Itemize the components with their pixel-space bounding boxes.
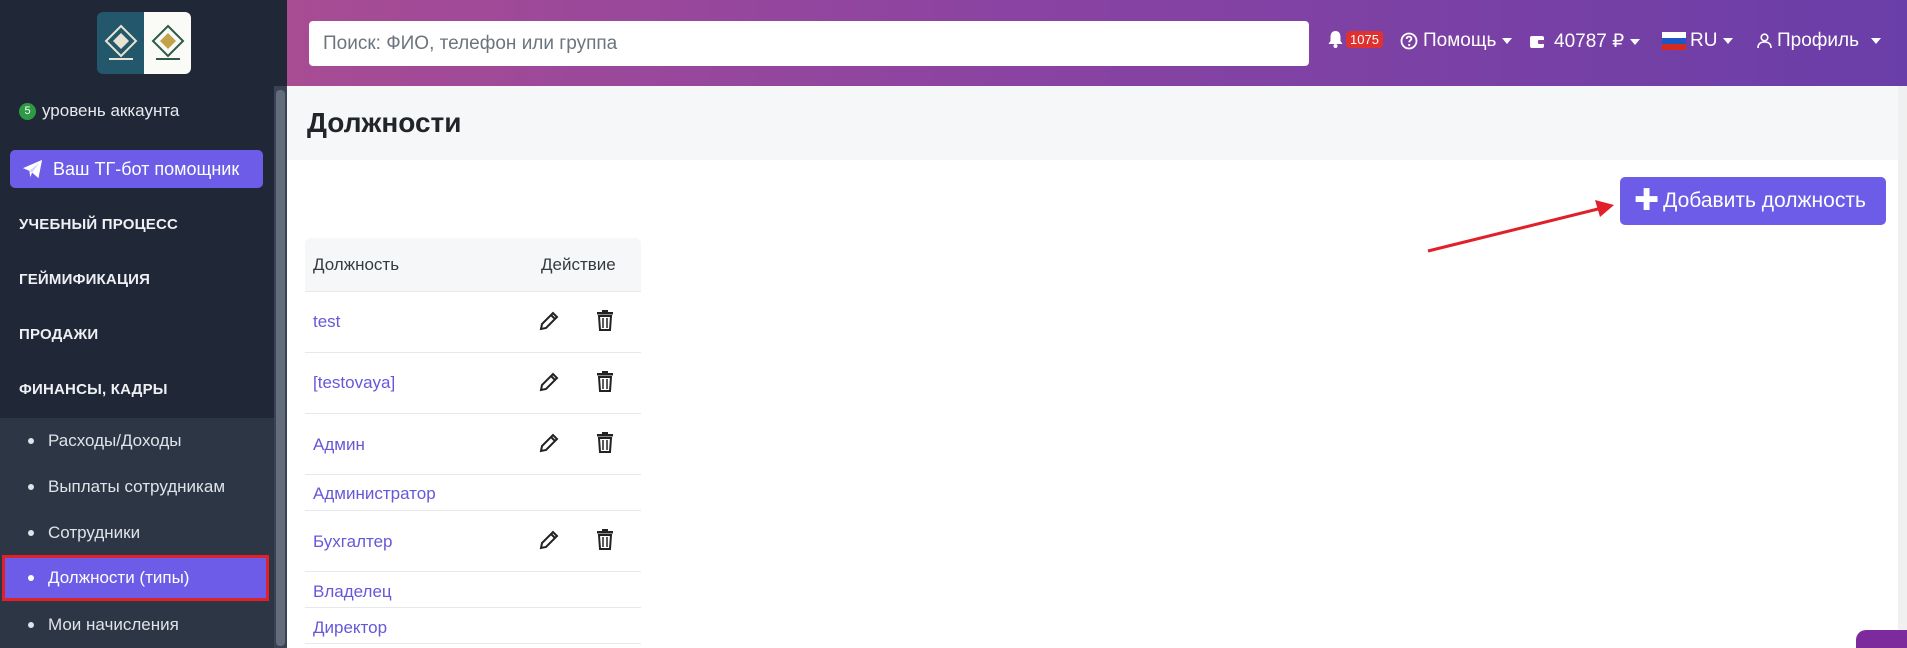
profile-label: Профиль (1777, 30, 1860, 51)
logo-emblem-dark (97, 12, 144, 74)
position-link[interactable]: Бухгалтер (313, 532, 393, 552)
table-header: Должность Действие (305, 238, 641, 292)
sidebar-scrollbar-thumb[interactable] (276, 90, 285, 646)
chevron-down-icon (1723, 38, 1734, 44)
sidebar-item-my-accruals[interactable]: Мои начисления (0, 602, 274, 648)
sidebar-section-finance[interactable]: ФИНАНСЫ, КАДРЫ (19, 381, 168, 398)
sidebar-scrollbar[interactable] (274, 86, 287, 648)
chevron-down-icon (1630, 38, 1641, 45)
annotation-arrow (1427, 200, 1614, 253)
position-link[interactable]: Директор (313, 618, 387, 638)
help-label: Помощь (1423, 30, 1497, 51)
chat-widget-button[interactable] (1856, 630, 1907, 648)
column-header-position: Должность (313, 255, 400, 274)
sidebar-section-learning[interactable]: УЧЕБНЫЙ ПРОЦЕСС (19, 216, 178, 233)
top-navbar: 1075 Помощь 40787 ₽ RU Профиль (287, 0, 1907, 86)
profile-dropdown[interactable]: Профиль (1757, 30, 1882, 52)
bullet-icon (28, 530, 34, 536)
trash-icon[interactable] (595, 528, 615, 550)
sidebar-item-label: Должности (типы) (48, 568, 190, 587)
sidebar-item-label: Расходы/Доходы (48, 431, 182, 450)
position-link[interactable]: Админ (313, 435, 365, 455)
sidebar-section-gamification[interactable]: ГЕЙМИФИКАЦИЯ (19, 271, 150, 288)
sidebar-item-staff-payouts[interactable]: Выплаты сотрудникам (0, 464, 274, 510)
sidebar: 5 уровень аккаунта Ваш ТГ-бот помощник У… (0, 0, 287, 648)
language-dropdown[interactable]: RU (1662, 30, 1734, 52)
table-row: Владелец (305, 572, 641, 608)
table-row: Директор (305, 608, 641, 644)
pencil-icon[interactable] (538, 432, 560, 454)
telegram-icon (23, 159, 43, 179)
chevron-down-icon (1502, 38, 1513, 44)
help-dropdown[interactable]: Помощь (1400, 30, 1513, 52)
pencil-icon[interactable] (538, 371, 560, 393)
add-position-label: Добавить должность (1663, 189, 1866, 212)
bullet-icon (28, 438, 34, 444)
account-level-text: уровень аккаунта (42, 101, 180, 120)
chevron-down-icon (1871, 38, 1882, 44)
column-header-action: Действие (541, 255, 616, 274)
page-title: Должности (307, 107, 462, 138)
logo-emblem-light (144, 12, 191, 74)
trash-icon[interactable] (595, 431, 615, 453)
bullet-icon (28, 575, 34, 581)
sidebar-item-label: Выплаты сотрудникам (48, 477, 226, 496)
table-row: [testovaya] (305, 353, 641, 414)
finance-submenu: Расходы/Доходы Выплаты сотрудникам Сотру… (0, 418, 274, 648)
position-link[interactable]: [testovaya] (313, 373, 395, 393)
tg-bot-button[interactable]: Ваш ТГ-бот помощник (10, 150, 263, 188)
bell-icon (1328, 31, 1343, 48)
position-link[interactable]: Владелец (313, 582, 392, 602)
positions-table: Должность Действие test [testovaya] Адми… (305, 238, 641, 648)
user-icon (1757, 33, 1772, 49)
sidebar-item-label: Сотрудники (48, 523, 141, 542)
table-row: test (305, 292, 641, 353)
bullet-icon (28, 622, 34, 628)
table-row: Админ (305, 414, 641, 475)
sidebar-item-expenses-income[interactable]: Расходы/Доходы (0, 418, 274, 464)
company-logo[interactable] (97, 12, 191, 74)
language-label: RU (1690, 30, 1718, 51)
trash-icon[interactable] (595, 370, 615, 392)
tg-bot-label: Ваш ТГ-бот помощник (53, 158, 240, 179)
position-link[interactable]: Администратор (313, 484, 436, 504)
pencil-icon[interactable] (538, 529, 560, 551)
pencil-icon[interactable] (538, 310, 560, 332)
sidebar-item-positions[interactable]: Должности (типы) (2, 555, 269, 601)
trash-icon[interactable] (595, 309, 615, 331)
table-row: Администратор (305, 475, 641, 511)
balance-amount: 40787 ₽ (1554, 31, 1625, 52)
page-header: Должности (287, 86, 1907, 160)
notifications-button[interactable]: 1075 (1327, 30, 1383, 48)
add-position-button[interactable]: ✚ Добавить должность (1620, 177, 1886, 225)
account-level: 5 уровень аккаунта (19, 101, 179, 121)
bullet-icon (28, 484, 34, 490)
search-input[interactable] (323, 32, 1309, 55)
russia-flag-icon (1662, 32, 1686, 50)
question-circle-icon (1400, 32, 1418, 50)
search-box[interactable] (309, 21, 1309, 66)
wallet-icon (1530, 36, 1545, 48)
plus-icon: ✚ (1634, 184, 1660, 217)
page-scrollbar[interactable] (1898, 86, 1907, 648)
sidebar-section-sales[interactable]: ПРОДАЖИ (19, 326, 98, 343)
sidebar-item-label: Мои начисления (48, 615, 179, 634)
sidebar-item-employees[interactable]: Сотрудники (0, 510, 274, 556)
table-row: Бухгалтер (305, 511, 641, 572)
position-link[interactable]: test (313, 312, 340, 332)
notifications-count-badge: 1075 (1346, 30, 1383, 48)
account-level-badge: 5 (19, 102, 36, 120)
balance-dropdown[interactable]: 40787 ₽ (1529, 30, 1641, 53)
